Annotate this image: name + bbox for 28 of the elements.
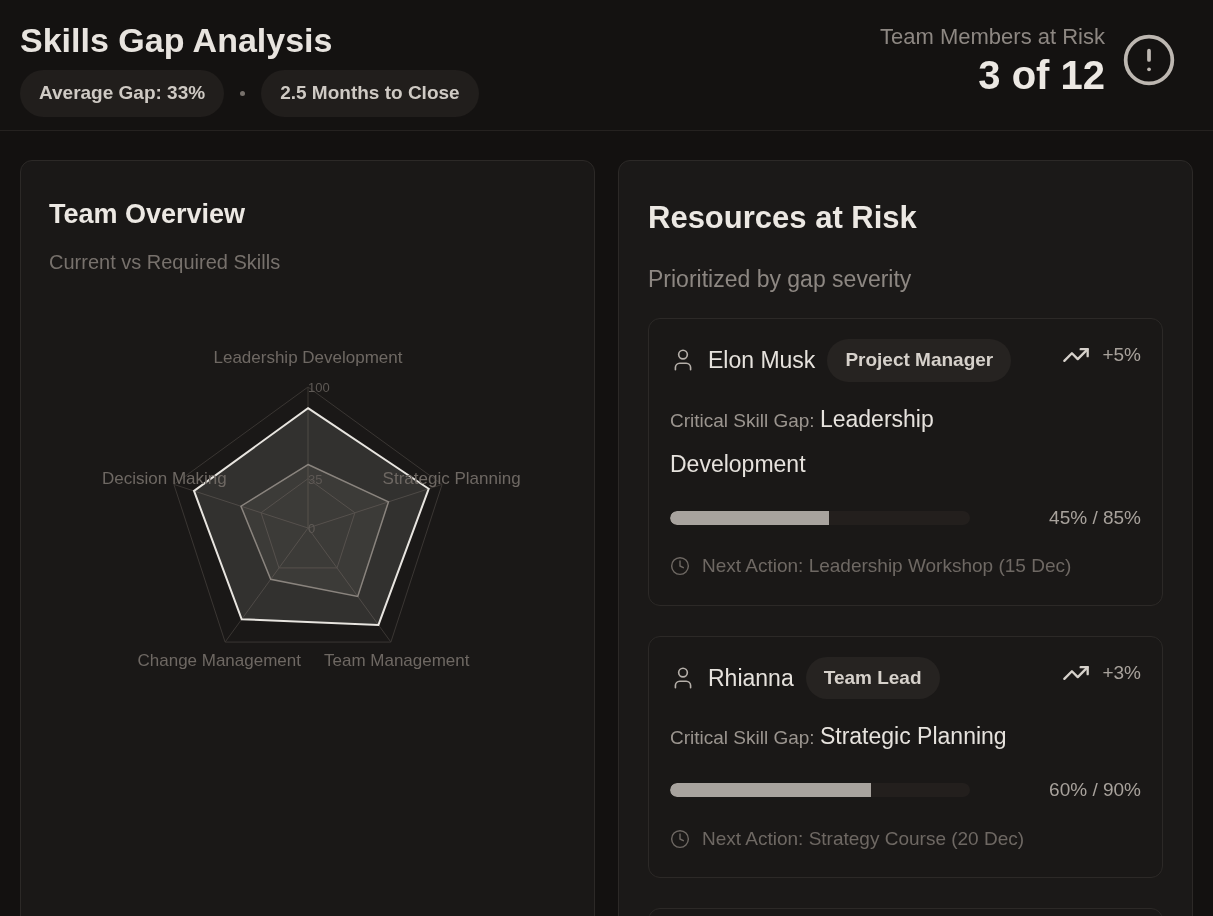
progress-reading: 45% / 85%: [1049, 505, 1141, 530]
clock-icon: [670, 556, 690, 577]
role-tag: Team Lead: [805, 656, 940, 699]
alert-icon: [1121, 32, 1177, 88]
axis-label: Change Management: [137, 650, 301, 670]
page-title: Skills Gap Analysis: [20, 20, 334, 60]
skill-gap-text: Critical Skill Gap: Leadership Development: [670, 404, 935, 479]
next-action-text: Next Action: Strategy Course (20 Dec): [702, 826, 1025, 851]
trend-value: +5%: [1102, 343, 1141, 367]
skill-gap-text: Critical Skill Gap: Strategic Planning: [670, 722, 1008, 751]
card-title: Resources at Risk: [648, 199, 918, 237]
tick-label: 100: [307, 379, 330, 395]
person-name: Rhianna: [708, 663, 794, 693]
clock-icon: [670, 828, 690, 849]
axis-label: Leadership Development: [213, 347, 402, 367]
card-subtitle: Prioritized by gap severity: [648, 264, 913, 294]
next-action-text: Next Action: Leadership Workshop (15 Dec): [702, 554, 1072, 578]
role-tag: Project Manager: [827, 339, 1012, 382]
axis-label: Team Management: [323, 650, 469, 670]
progress-reading: 60% / 90%: [1049, 778, 1141, 802]
card-subtitle: Current vs Required Skills: [49, 249, 282, 275]
risk-count: 3 of 12: [978, 53, 1105, 97]
person-name: Elon Musk: [708, 346, 816, 375]
stat-pill: 2.5 Months to Close: [261, 70, 479, 117]
stat-pill: Average Gap: 33%: [20, 70, 225, 117]
trend-value: +3%: [1102, 660, 1141, 685]
risk-label: Team Members at Risk: [880, 23, 1105, 51]
card-title: Team Overview: [49, 198, 247, 231]
